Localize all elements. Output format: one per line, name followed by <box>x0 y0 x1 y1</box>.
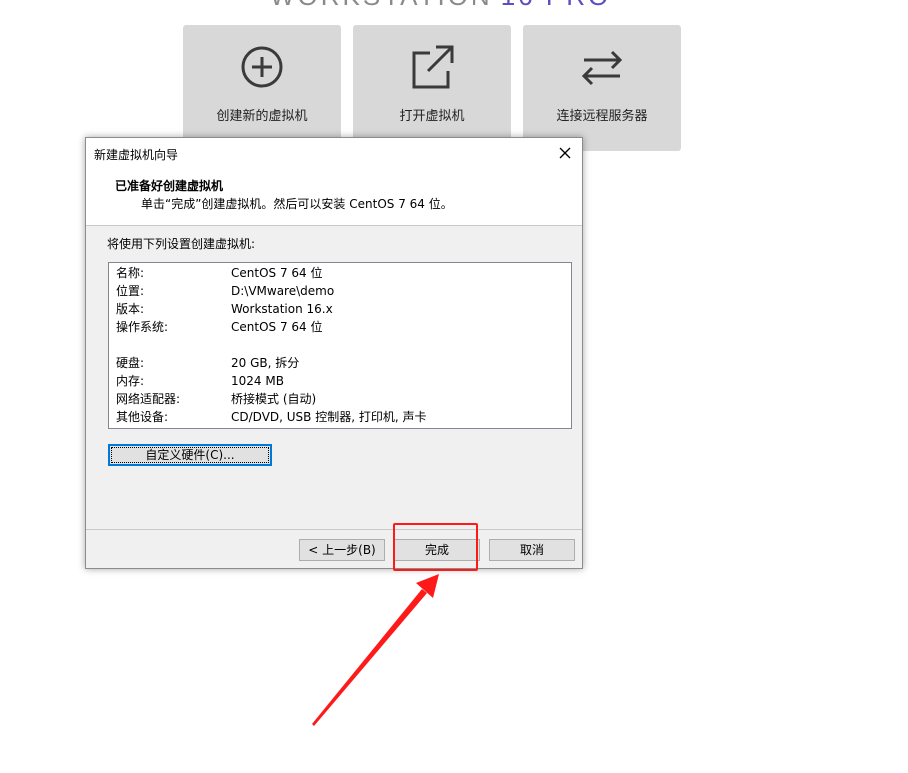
back-button[interactable]: < 上一步(B) <box>299 539 385 561</box>
open-external-icon <box>412 45 454 89</box>
setting-value: CD/DVD, USB 控制器, 打印机, 声卡 <box>231 410 427 424</box>
open-vm-label: 打开虚拟机 <box>399 109 465 124</box>
plus-circle-icon <box>241 46 283 88</box>
setting-key: 网络适配器: <box>116 392 181 406</box>
connect-remote-label: 连接远程服务器 <box>556 109 648 124</box>
wizard-header-subtitle: 单击“完成”创建虚拟机。然后可以安装 CentOS 7 64 位。 <box>141 197 453 211</box>
create-vm-label: 创建新的虚拟机 <box>216 109 308 124</box>
back-button-label: < 上一步(B) <box>308 543 376 557</box>
setting-key: 版本: <box>116 302 145 316</box>
cancel-button[interactable]: 取消 <box>489 539 575 561</box>
create-vm-tile[interactable]: 创建新的虚拟机 <box>183 25 341 151</box>
setting-key: 名称: <box>116 266 145 280</box>
wizard-header: 已准备好创建虚拟机 单击“完成”创建虚拟机。然后可以安装 CentOS 7 64… <box>86 168 582 226</box>
setting-key: 位置: <box>116 284 145 298</box>
cancel-button-label: 取消 <box>519 543 544 557</box>
setting-value: 桥接模式 (自动) <box>231 392 317 406</box>
setting-value: 20 GB, 拆分 <box>231 356 300 370</box>
settings-summary-list[interactable]: 名称: CentOS 7 64 位 位置: D:\VMware\demo 版本:… <box>108 262 572 429</box>
wizard-header-title: 已准备好创建虚拟机 <box>115 179 224 193</box>
customize-hardware-button[interactable]: 自定义硬件(C)... <box>108 444 272 466</box>
dialog-title: 新建虚拟机向导 <box>94 148 179 162</box>
open-vm-tile[interactable]: 打开虚拟机 <box>353 25 511 151</box>
focus-ring <box>111 447 269 463</box>
setting-key: 操作系统: <box>116 320 169 334</box>
setting-key: 内存: <box>116 374 145 388</box>
close-icon[interactable] <box>554 142 576 164</box>
setting-value: CentOS 7 64 位 <box>231 320 323 334</box>
brand-version: 16 PRO <box>501 0 612 11</box>
product-logo-text: WORKSTATION 16 PRO <box>270 0 612 11</box>
swap-arrows-icon <box>581 50 623 86</box>
setting-value: D:\VMware\demo <box>231 284 335 298</box>
connect-remote-tile[interactable]: 连接远程服务器 <box>523 25 681 151</box>
brand-name: WORKSTATION <box>270 0 493 11</box>
setting-value: Workstation 16.x <box>231 302 333 316</box>
finish-highlight-annotation <box>393 523 478 571</box>
dialog-titlebar[interactable]: 新建虚拟机向导 <box>86 138 582 168</box>
footer-divider <box>86 529 582 530</box>
settings-intro-text: 将使用下列设置创建虚拟机: <box>107 237 256 251</box>
new-vm-wizard-dialog: 新建虚拟机向导 已准备好创建虚拟机 单击“完成”创建虚拟机。然后可以安装 Cen… <box>85 137 583 569</box>
setting-key: 硬盘: <box>116 356 145 370</box>
setting-value: CentOS 7 64 位 <box>231 266 323 280</box>
setting-key: 其他设备: <box>116 410 169 424</box>
setting-value: 1024 MB <box>231 374 284 388</box>
